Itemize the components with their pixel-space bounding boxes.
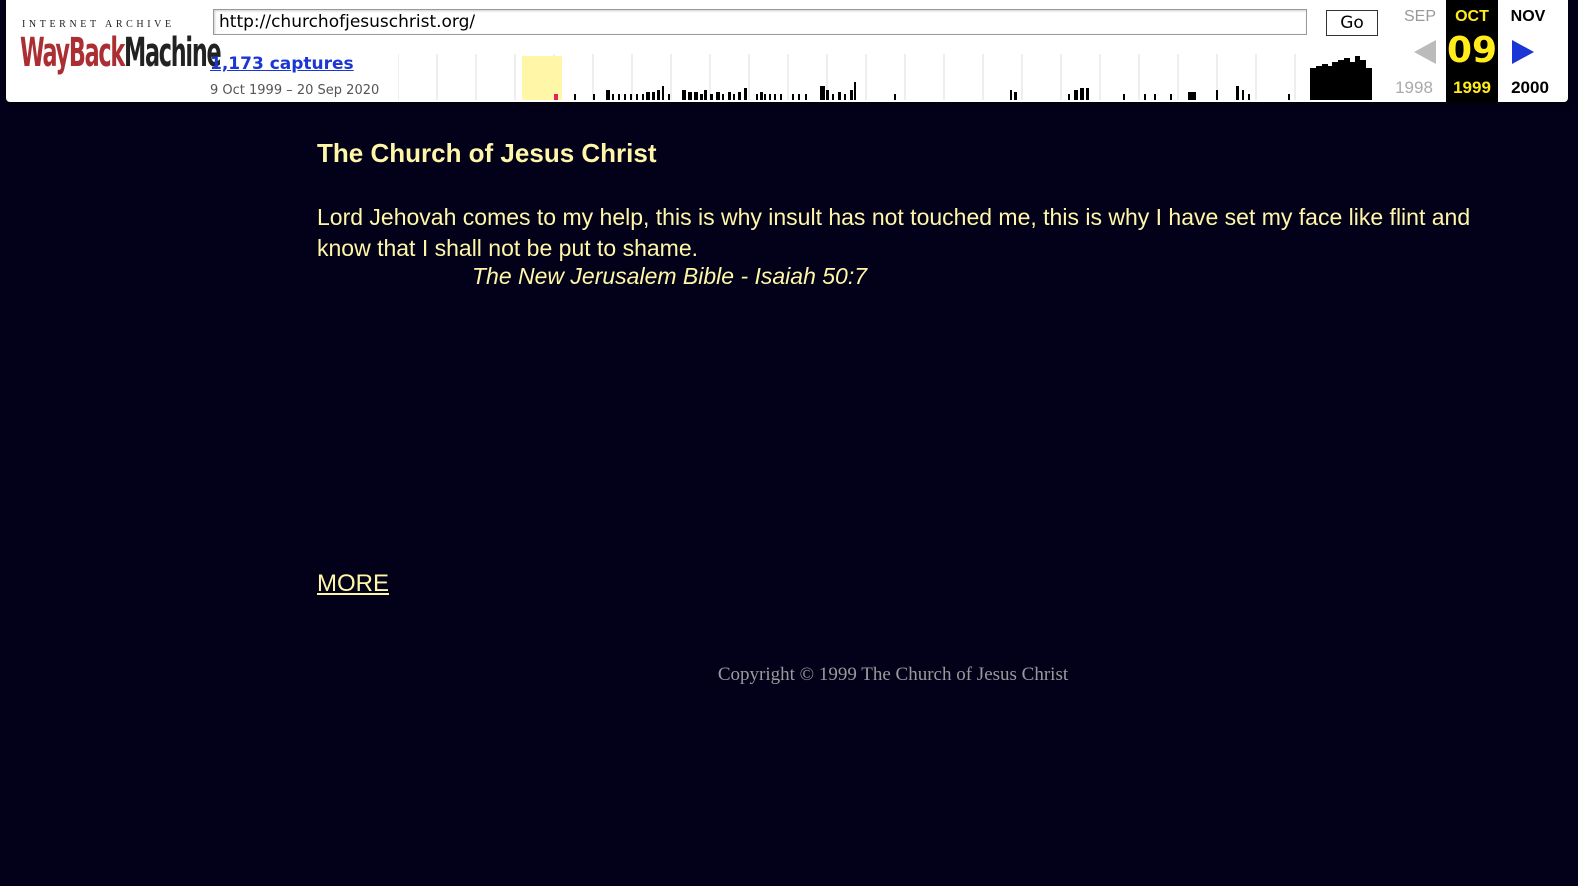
- calendar-next-year[interactable]: 2000: [1500, 78, 1560, 98]
- wayback-logo[interactable]: INTERNET ARCHIVE WayBackMachine: [20, 14, 222, 84]
- logo-wordmark: WayBackMachine: [20, 30, 222, 76]
- url-input[interactable]: [213, 9, 1307, 35]
- left-arrow-icon[interactable]: [1414, 40, 1436, 64]
- capture-date-range: 9 Oct 1999 – 20 Sep 2020: [210, 83, 380, 98]
- current-month-text: OCT: [1455, 8, 1489, 25]
- calendar-current-year: 1999: [1453, 78, 1491, 97]
- page-title: The Church of Jesus Christ: [317, 138, 657, 168]
- right-arrow-icon[interactable]: [1512, 40, 1534, 64]
- archived-page-content: The Church of Jesus Christ Lord Jehovah …: [0, 110, 1578, 886]
- logo-tagline: INTERNET ARCHIVE: [22, 19, 175, 30]
- capture-sparkline[interactable]: [398, 54, 1378, 100]
- sparkline-current-capture: [554, 94, 558, 100]
- calendar-current-day: 09: [1446, 30, 1498, 71]
- logo-word-machine: Machine: [124, 30, 222, 76]
- calendar-prev-year[interactable]: 1998: [1384, 78, 1444, 98]
- calendar-next-month[interactable]: NOV: [1502, 8, 1554, 26]
- wayback-toolbar-panel: INTERNET ARCHIVE WayBackMachine Go 1,173…: [6, 0, 1568, 102]
- more-link[interactable]: MORE: [317, 570, 389, 598]
- calendar-prev-month[interactable]: SEP: [1394, 8, 1446, 26]
- wayback-toolbar: INTERNET ARCHIVE WayBackMachine Go 1,173…: [0, 0, 1578, 110]
- captures-link[interactable]: 1,173 captures: [210, 54, 354, 74]
- go-button[interactable]: Go: [1326, 10, 1378, 36]
- logo-word-wayback: WayBack: [20, 30, 125, 76]
- calendar-current-month: OCT: [1446, 8, 1498, 26]
- copyright-notice: Copyright © 1999 The Church of Jesus Chr…: [717, 664, 1069, 685]
- scripture-citation: The New Jerusalem Bible - Isaiah 50:7: [472, 263, 868, 289]
- sparkline-bars: [574, 56, 1372, 100]
- scripture-quote: Lord Jehovah comes to my help, this is w…: [317, 204, 1471, 261]
- sparkline-current-year-highlight: [522, 56, 562, 100]
